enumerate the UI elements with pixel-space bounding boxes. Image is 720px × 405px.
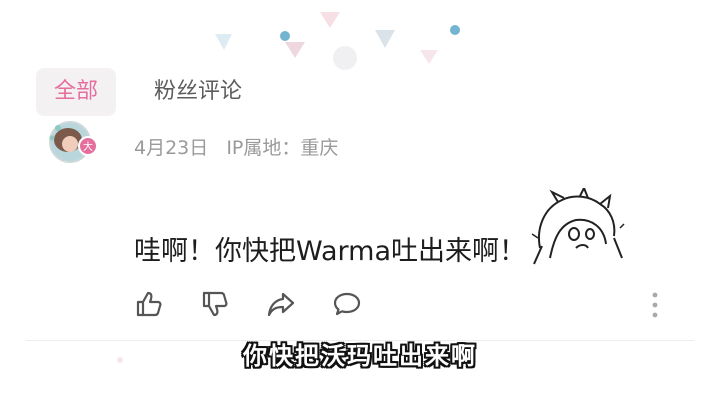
comment-meta: 4月23日 IP属地：重庆: [134, 133, 338, 160]
svg-text:大: 大: [83, 140, 93, 153]
thumbs-down-icon[interactable]: [200, 288, 230, 320]
comment-tabs: 全部 粉丝评论: [36, 68, 242, 116]
thumbs-up-icon[interactable]: [134, 288, 164, 320]
reply-icon[interactable]: [332, 288, 362, 320]
share-icon[interactable]: [266, 288, 296, 320]
video-subtitle: 你快把沃玛吐出来啊: [243, 342, 477, 370]
comment-text: 哇啊！你快把Warma吐出来啊！: [134, 236, 526, 267]
tab-fan-comments[interactable]: 粉丝评论: [154, 68, 242, 116]
more-vertical-icon[interactable]: [646, 291, 664, 319]
chibi-cry-sticker: [531, 188, 625, 265]
comment-date: 4月23日: [134, 137, 209, 159]
tab-all[interactable]: 全部: [36, 68, 117, 116]
ip-location: IP属地：重庆: [226, 137, 339, 159]
comment-actions: [134, 288, 674, 322]
avatar[interactable]: 大: [44, 118, 106, 164]
